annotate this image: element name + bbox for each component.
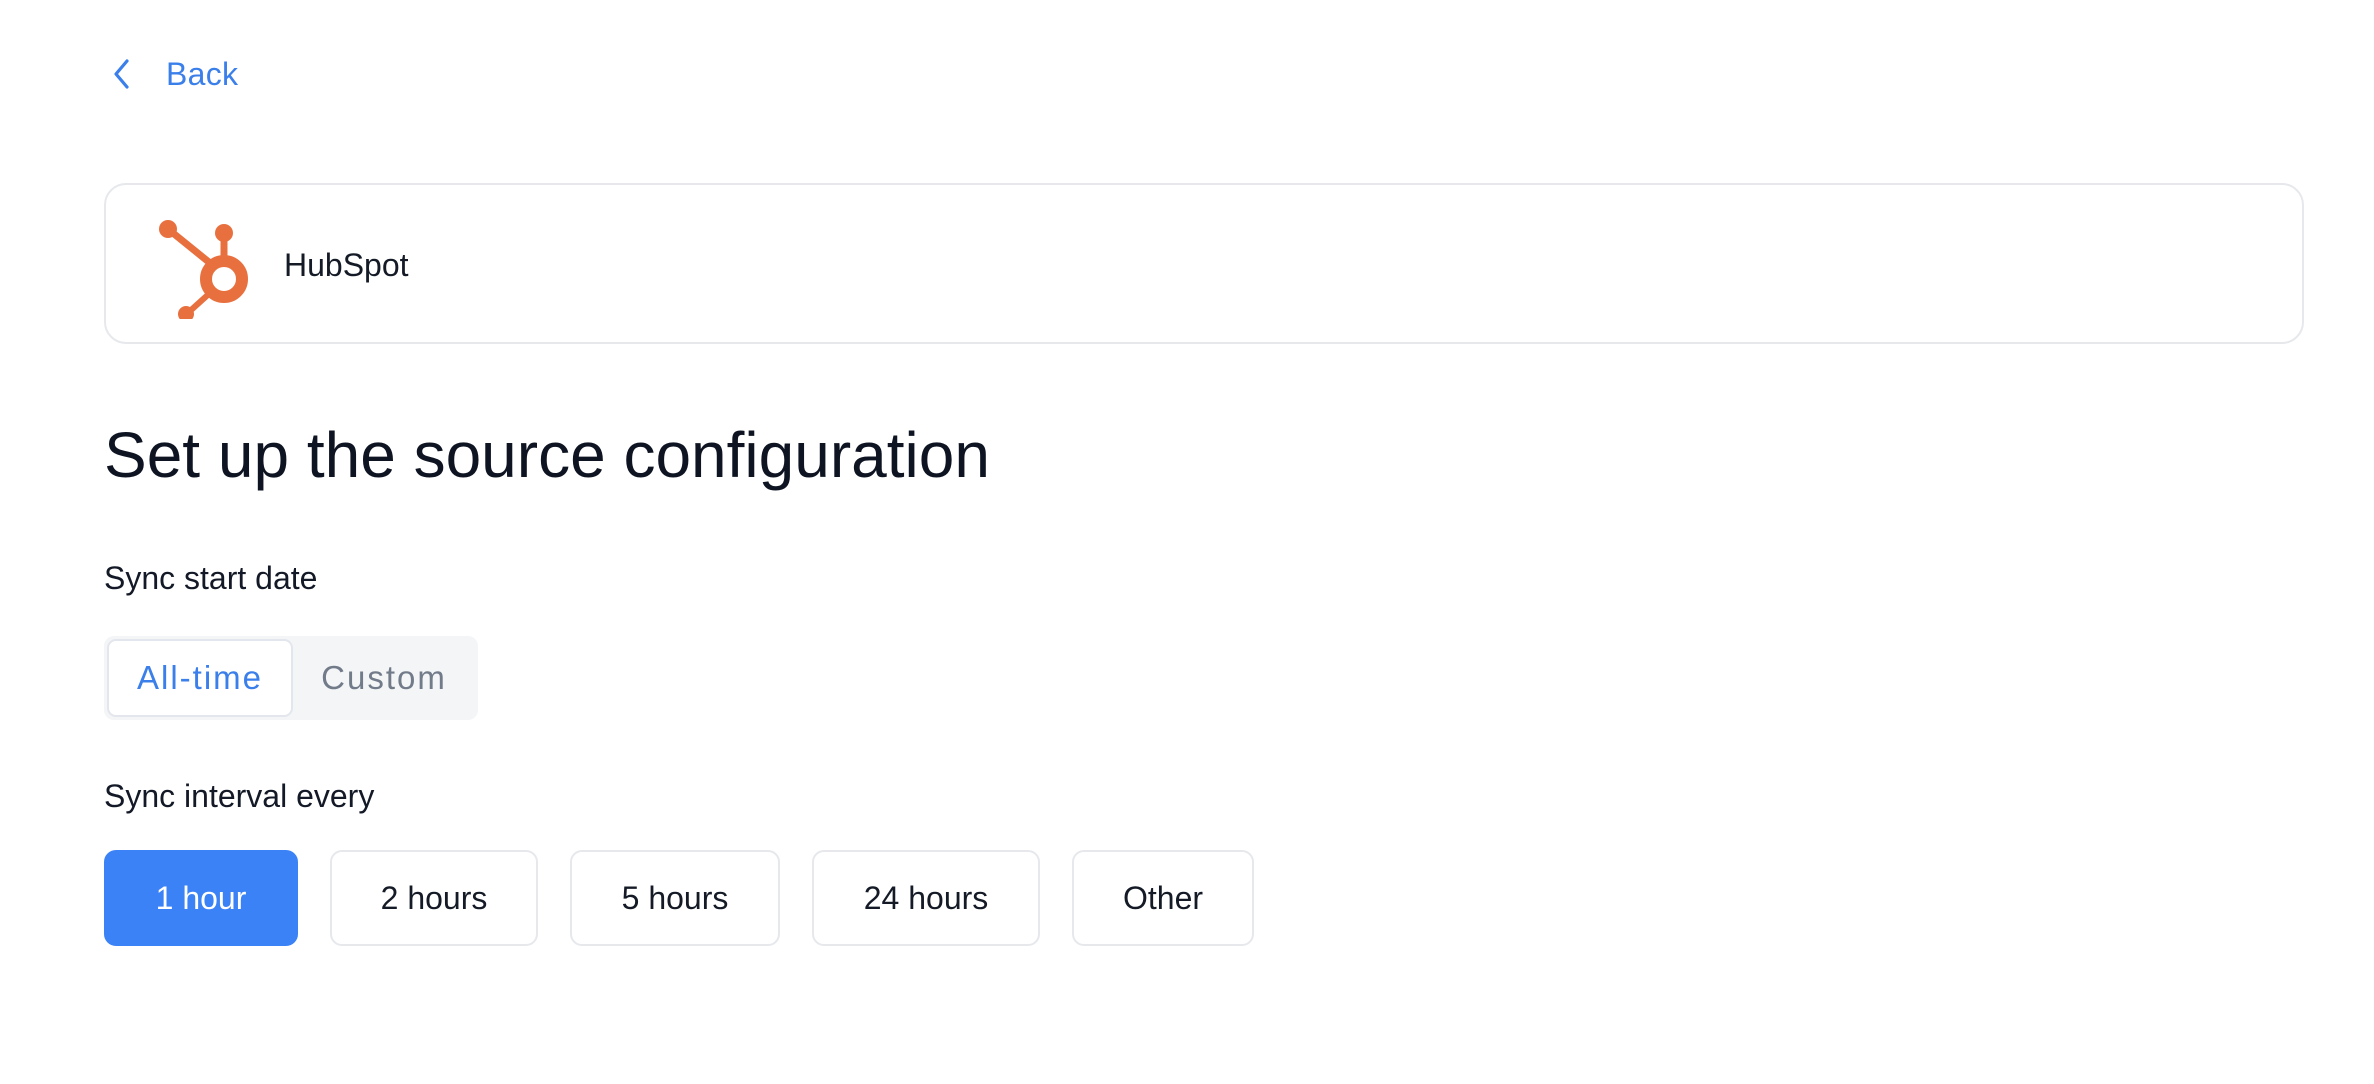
back-link[interactable]: Back bbox=[108, 52, 238, 96]
interval-option-2-hours[interactable]: 2 hours bbox=[330, 850, 538, 946]
interval-option-1-hour[interactable]: 1 hour bbox=[104, 850, 298, 946]
interval-option-5-hours[interactable]: 5 hours bbox=[570, 850, 780, 946]
sync-start-date-toggle: All-time Custom bbox=[104, 636, 478, 720]
sync-interval-options: 1 hour 2 hours 5 hours 24 hours Other bbox=[104, 850, 1286, 946]
sync-start-option-custom[interactable]: Custom bbox=[293, 639, 475, 717]
source-card: HubSpot bbox=[104, 183, 2304, 344]
hubspot-logo-icon bbox=[154, 215, 258, 322]
sync-start-date-label: Sync start date bbox=[104, 560, 318, 596]
source-name: HubSpot bbox=[284, 247, 409, 283]
page-title: Set up the source configuration bbox=[104, 419, 990, 491]
interval-option-24-hours[interactable]: 24 hours bbox=[812, 850, 1040, 946]
chevron-left-icon bbox=[108, 56, 136, 92]
back-label: Back bbox=[166, 55, 239, 92]
sync-interval-label: Sync interval every bbox=[104, 778, 375, 814]
sync-start-option-all-time[interactable]: All-time bbox=[107, 639, 293, 717]
interval-option-other[interactable]: Other bbox=[1072, 850, 1254, 946]
